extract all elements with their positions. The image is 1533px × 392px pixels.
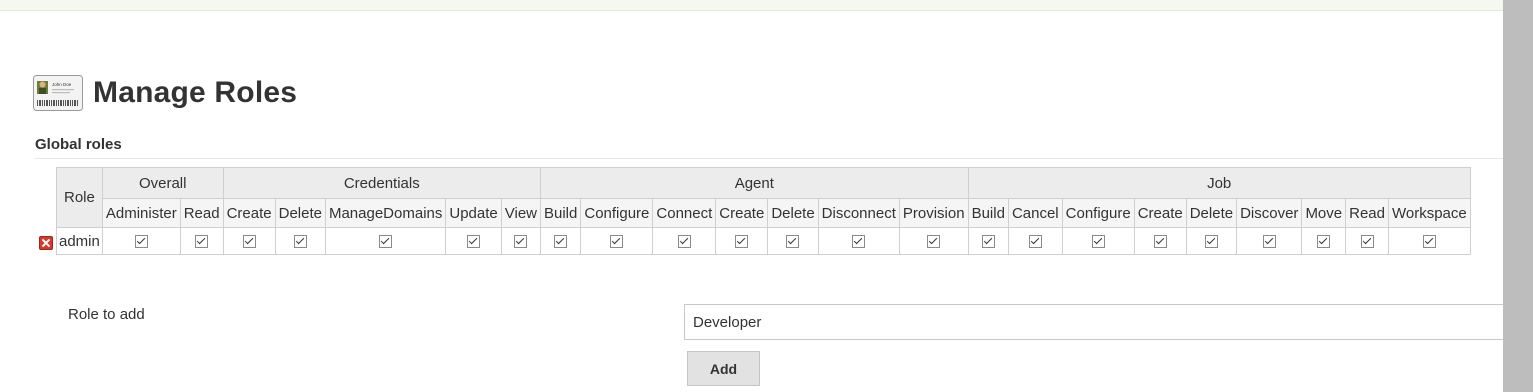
permission-checkbox[interactable] [610,235,624,249]
perm-header-agent-connect: Connect [652,198,717,228]
perm-header-job-cancel: Cancel [1007,198,1063,228]
perm-header-job-build: Build [967,198,1009,228]
page-header: John Doe Manage Roles [33,56,297,130]
permission-cell [652,227,717,255]
group-header-overall: Overall [101,167,224,199]
group-header-credentials: Credentials [222,167,542,199]
perm-header-job-move: Move [1301,198,1347,228]
perm-header-agent-provision: Provision [898,198,969,228]
permission-cell [898,227,969,255]
permission-checkbox[interactable] [554,235,568,249]
perm-header-credentials-delete: Delete [274,198,326,228]
permission-cell [1345,227,1389,255]
permission-cell [715,227,769,255]
permission-checkbox[interactable] [1028,235,1042,249]
perm-header-agent-build: Build [539,198,582,228]
permission-cell [445,227,502,255]
perm-header-credentials-update: Update [445,198,502,228]
roles-table: Role Overall Credentials Agent Job Administ… [56,167,1471,255]
permission-cell [324,227,447,255]
perm-header-job-workspace: Workspace [1387,198,1471,228]
perm-header-agent-configure: Configure [580,198,654,228]
role-to-add-label: Role to add [68,306,145,323]
permission-cell [767,227,819,255]
permission-checkbox[interactable] [195,235,209,249]
permission-checkbox[interactable] [242,235,256,249]
perm-header-credentials-create: Create [222,198,276,228]
vertical-scrollbar[interactable] [1503,0,1533,392]
role-row: admin [56,227,1471,255]
perm-header-job-configure: Configure [1061,198,1135,228]
perm-header-job-create: Create [1133,198,1187,228]
perm-header-agent-disconnect: Disconnect [817,198,900,228]
permission-cell [1133,227,1187,255]
top-bar [0,0,1503,11]
role-rows: admin [56,227,1471,255]
permission-checkbox[interactable] [981,235,995,249]
permission-cell [500,227,542,255]
perm-header-credentials-managedomains: ManageDomains [324,198,447,228]
perm-header-credentials-view: View [500,198,542,228]
page-title: Manage Roles [93,76,298,110]
permission-checkbox[interactable] [134,235,148,249]
permission-checkbox[interactable] [1153,235,1167,249]
perm-header-job-read: Read [1345,198,1389,228]
permission-header-row: Administer Read Create Delete ManageDomains U… [57,198,1471,228]
permission-cell [1007,227,1063,255]
perm-header-agent-create: Create [715,198,769,228]
permission-checkbox[interactable] [514,235,528,249]
permission-cell [1301,227,1347,255]
permission-checkbox[interactable] [677,235,691,249]
permission-checkbox[interactable] [1360,235,1374,249]
permission-checkbox[interactable] [467,235,481,249]
permission-cell [222,227,276,255]
permission-checkbox[interactable] [293,235,307,249]
section-title: Global roles [35,136,122,153]
perm-header-job-delete: Delete [1185,198,1238,228]
delete-role-icon[interactable] [39,236,53,250]
permission-cell [101,227,181,255]
permission-cell [1387,227,1471,255]
section-divider [35,158,1503,159]
permission-cell [179,227,224,255]
roles-table-container[interactable]: Role Overall Credentials Agent Job Administ… [56,167,1503,257]
perm-header-overall-read: Read [179,198,224,228]
role-name-input[interactable] [684,304,1503,340]
permission-checkbox[interactable] [1262,235,1276,249]
permission-group-row: Role Overall Credentials Agent Job [56,167,1471,228]
permission-checkbox[interactable] [1422,235,1436,249]
permission-cell [1061,227,1135,255]
permission-cell [274,227,326,255]
perm-header-overall-administer: Administer [101,198,181,228]
permission-cell [580,227,654,255]
permission-cell [817,227,900,255]
permission-checkbox[interactable] [735,235,749,249]
permission-checkbox[interactable] [852,235,866,249]
id-card-icon: John Doe [33,75,83,112]
permission-cell [539,227,582,255]
permission-checkbox[interactable] [786,235,800,249]
group-header-agent: Agent [540,167,969,199]
permission-checkbox[interactable] [1317,235,1331,249]
permission-checkbox[interactable] [1204,235,1218,249]
permission-checkbox[interactable] [927,235,941,249]
perm-header-job-discover: Discover [1236,198,1303,228]
permission-checkbox[interactable] [1091,235,1105,249]
group-header-job: Job [967,167,1471,199]
role-column-header: Role [56,167,103,228]
permission-cell [1236,227,1303,255]
permission-cell [1185,227,1238,255]
role-name-cell: admin [56,227,103,255]
permission-checkbox[interactable] [379,235,393,249]
perm-header-agent-delete: Delete [767,198,819,228]
permission-cell [967,227,1009,255]
add-role-button[interactable]: Add [687,351,760,386]
id-card-name: John Doe [52,82,72,87]
